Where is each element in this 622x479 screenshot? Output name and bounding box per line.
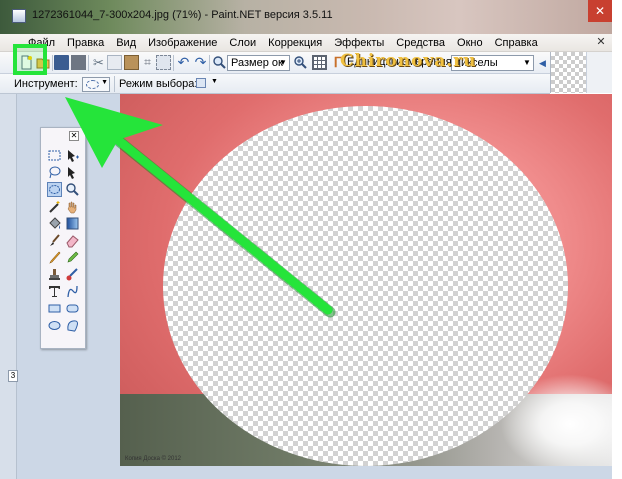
menu-view[interactable]: Вид <box>110 37 142 49</box>
image-canvas[interactable]: Копия Доска © 2012 <box>120 94 612 466</box>
menu-utilities[interactable]: Средства <box>390 37 451 49</box>
title-bar: 1272361044_7-300x204.jpg (71%) - Paint.N… <box>0 0 612 34</box>
zoom-icon[interactable] <box>65 182 80 197</box>
text-icon[interactable] <box>47 284 62 299</box>
recolor-icon[interactable] <box>65 267 80 282</box>
lasso-select-icon[interactable] <box>47 165 62 180</box>
clone-stamp-icon[interactable] <box>47 267 62 282</box>
menu-adjustments[interactable]: Коррекция <box>262 37 328 49</box>
image-list-strip <box>586 52 612 93</box>
toolbar-separator <box>52 55 53 71</box>
menu-image[interactable]: Изображение <box>142 37 223 49</box>
deselect-icon[interactable] <box>156 55 171 70</box>
freeform-shape-icon[interactable] <box>65 318 80 333</box>
grid-icon[interactable] <box>312 55 327 70</box>
left-panel-strip: 3 <box>0 94 18 479</box>
color-picker-icon[interactable] <box>65 250 80 265</box>
rectangle-select-icon[interactable] <box>47 148 62 163</box>
save-icon[interactable] <box>54 55 69 70</box>
app-icon <box>12 9 26 23</box>
panel-tab[interactable]: 3 <box>8 370 18 382</box>
chevron-down-icon: ▼ <box>279 58 287 67</box>
menu-bar: Файл Правка Вид Изображение Слои Коррекц… <box>0 34 612 52</box>
menu-edit[interactable]: Правка <box>61 37 110 49</box>
tool-options-toolbar: Инструмент: ▼ Режим выбора: ▼ <box>0 74 550 94</box>
zoom-out-icon[interactable] <box>212 55 227 70</box>
move-selection-icon[interactable] <box>65 148 80 163</box>
close-icon[interactable]: ✕ <box>69 131 79 141</box>
toolbar-separator <box>88 55 89 71</box>
paintbrush-icon[interactable] <box>47 233 62 248</box>
window-title: 1272361044_7-300x204.jpg (71%) - Paint.N… <box>32 9 333 21</box>
pan-icon[interactable] <box>65 199 80 214</box>
chevron-down-icon[interactable]: ▼ <box>211 78 218 85</box>
menu-help[interactable]: Справка <box>489 37 544 49</box>
main-toolbar: ✂ ⌗ ↶ ↷ Размер ок ▼ ᒥ Единицы измерения:… <box>0 52 585 74</box>
chevron-down-icon: ▼ <box>523 58 531 67</box>
undo-icon[interactable]: ↶ <box>176 55 191 70</box>
toolbar-separator <box>209 55 210 71</box>
selection-mode-icon[interactable] <box>196 78 206 88</box>
magic-wand-icon[interactable] <box>47 199 62 214</box>
rounded-rectangle-icon[interactable] <box>65 301 80 316</box>
zoom-value: Размер ок <box>231 57 283 69</box>
ellipse-select-icon <box>86 80 99 89</box>
canvas-credit: Копия Доска © 2012 <box>125 456 182 462</box>
paint-bucket-icon[interactable] <box>47 216 62 231</box>
toolbar-separator <box>173 55 174 71</box>
ellipse-select-icon[interactable] <box>47 182 62 197</box>
image-thumbnail[interactable] <box>550 52 586 93</box>
tool-select[interactable]: ▼ <box>82 77 110 92</box>
eraser-icon[interactable] <box>65 233 80 248</box>
ellipse-icon[interactable] <box>47 318 62 333</box>
paint-net-window: 1272361044_7-300x204.jpg (71%) - Paint.N… <box>0 0 622 479</box>
copy-icon[interactable] <box>107 55 122 70</box>
transparent-ellipse-area <box>163 106 568 466</box>
selection-mode-label: Режим выбора: <box>119 78 198 90</box>
pencil-icon[interactable] <box>47 250 62 265</box>
zoom-select[interactable]: Размер ок ▼ <box>227 55 290 71</box>
move-selected-icon[interactable] <box>65 165 80 180</box>
scroll-left-icon[interactable]: ◀ <box>539 58 547 68</box>
menu-effects[interactable]: Эффекты <box>328 37 390 49</box>
toolbar-separator <box>114 76 115 92</box>
watermark-logo: Chironova.ru <box>340 51 477 71</box>
rectangle-icon[interactable] <box>47 301 62 316</box>
crop-icon[interactable]: ⌗ <box>140 55 155 70</box>
menu-window[interactable]: Окно <box>451 37 489 49</box>
menu-layers[interactable]: Слои <box>223 37 262 49</box>
highlight-box <box>13 44 47 75</box>
zoom-in-icon[interactable] <box>293 55 308 70</box>
paste-icon[interactable] <box>124 55 139 70</box>
line-curve-icon[interactable] <box>65 284 80 299</box>
print-icon[interactable] <box>71 55 86 70</box>
close-document-icon[interactable]: ✕ <box>594 35 608 49</box>
close-window-button[interactable]: ✕ <box>588 0 612 22</box>
redo-icon[interactable]: ↷ <box>193 55 208 70</box>
tool-label: Инструмент: <box>14 78 78 90</box>
tools-window: ✕ <box>40 127 86 349</box>
cut-icon[interactable]: ✂ <box>91 55 106 70</box>
gradient-icon[interactable] <box>65 216 80 231</box>
chevron-down-icon: ▼ <box>101 79 108 86</box>
